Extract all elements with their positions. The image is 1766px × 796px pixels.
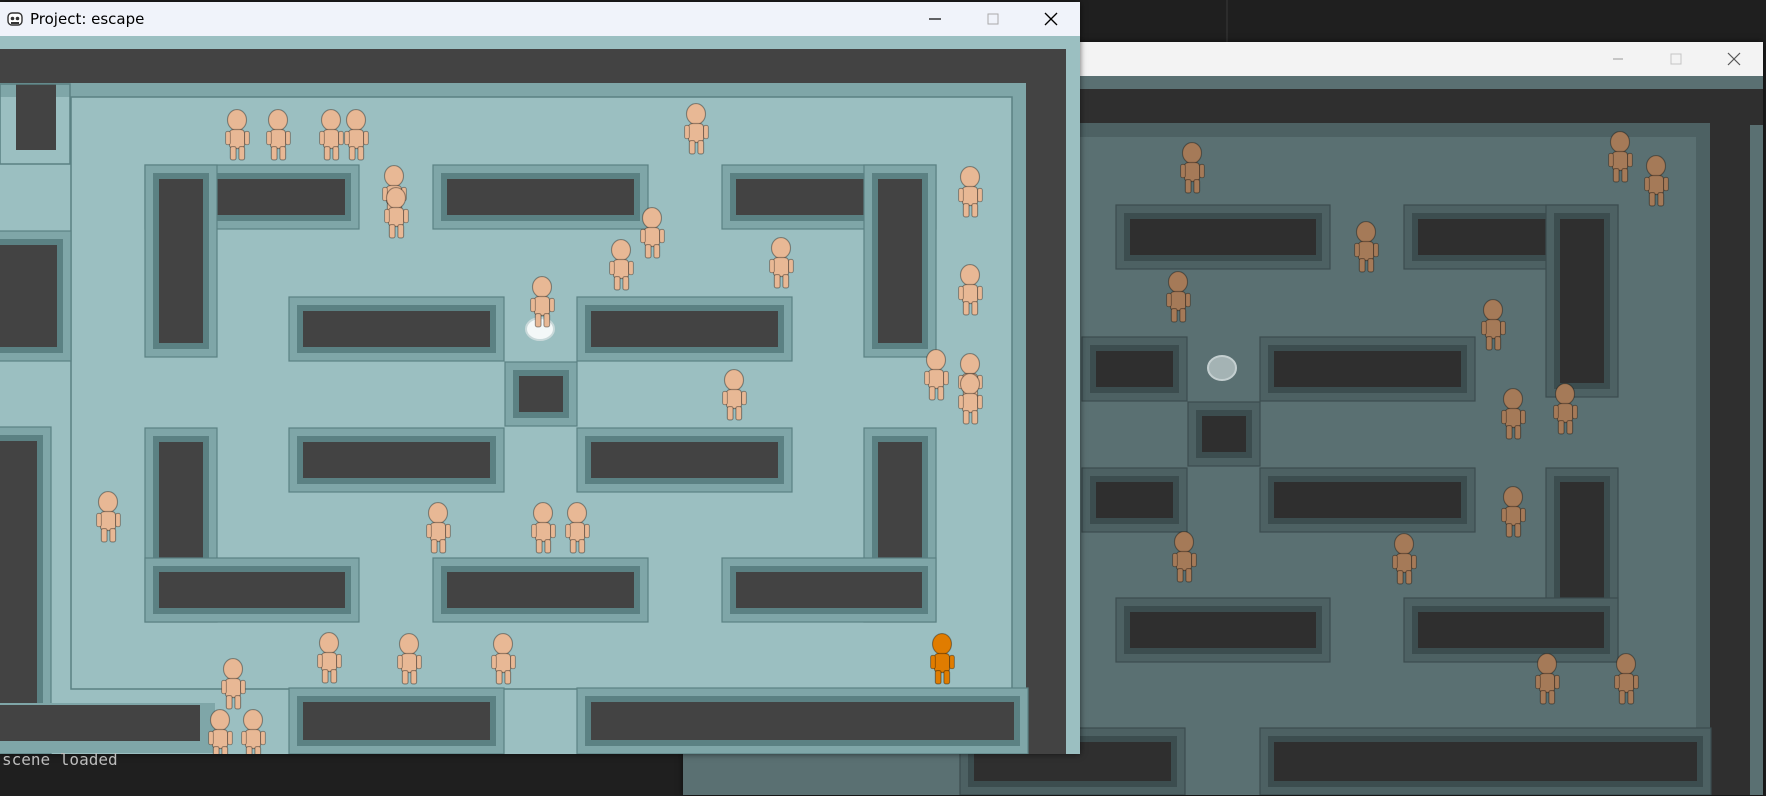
minimize-icon — [929, 18, 941, 20]
outer-rim-right — [1696, 123, 1710, 795]
outer-wall-right — [1710, 89, 1750, 795]
maze-wall — [1081, 467, 1188, 533]
back-close-button[interactable] — [1705, 42, 1763, 76]
maximize-icon — [987, 13, 999, 25]
maze-wall — [576, 687, 1029, 754]
maze-wall — [1115, 204, 1331, 270]
maze-wall — [576, 427, 793, 493]
back-minimize-button[interactable] — [1589, 42, 1647, 76]
outer-wall-top — [0, 49, 1066, 85]
spawn-point — [1207, 355, 1237, 381]
maze-wall — [1187, 401, 1261, 467]
minimize-icon — [1613, 58, 1623, 60]
outer-rim-right — [1012, 83, 1026, 754]
console-output: scene loaded — [2, 750, 118, 769]
front-window-titlebar[interactable]: Project: escape — [0, 2, 1080, 36]
maze-wall — [1081, 336, 1188, 402]
maze-wall — [432, 557, 649, 623]
close-icon — [1727, 52, 1741, 66]
maze-wall — [16, 84, 56, 150]
maze-wall — [863, 164, 937, 358]
maze-wall — [0, 705, 200, 741]
desktop-divider — [1226, 0, 1228, 42]
maze-wall — [1115, 597, 1331, 663]
maze-wall — [288, 427, 505, 493]
maze-wall — [1545, 204, 1619, 398]
maximize-button[interactable] — [964, 2, 1022, 36]
maze-wall — [0, 230, 72, 362]
maze-wall — [504, 361, 578, 427]
front-maze — [0, 36, 1080, 754]
maze-wall — [1259, 467, 1476, 533]
maze-wall — [721, 557, 937, 623]
maze-wall — [1259, 336, 1476, 402]
back-maximize-button[interactable] — [1647, 42, 1705, 76]
maze-wall — [144, 557, 360, 623]
maze-wall — [576, 296, 793, 362]
outer-wall-right — [1026, 49, 1066, 754]
front-game-window[interactable]: Project: escape — [0, 2, 1080, 754]
maze-wall — [288, 687, 505, 754]
maze-wall — [432, 164, 649, 230]
game-viewport[interactable] — [0, 36, 1080, 754]
close-button[interactable] — [1022, 2, 1080, 36]
maze-wall — [1403, 597, 1619, 663]
minimize-button[interactable] — [906, 2, 964, 36]
outer-wall-top — [1060, 89, 1763, 125]
maze-wall — [288, 296, 505, 362]
close-icon — [1044, 12, 1058, 26]
maze-wall — [144, 164, 218, 358]
maze-wall — [1259, 727, 1712, 795]
outer-rim-top — [0, 83, 1026, 97]
app-icon — [7, 12, 23, 26]
maximize-icon — [1670, 53, 1682, 65]
window-title: Project: escape — [30, 10, 145, 28]
